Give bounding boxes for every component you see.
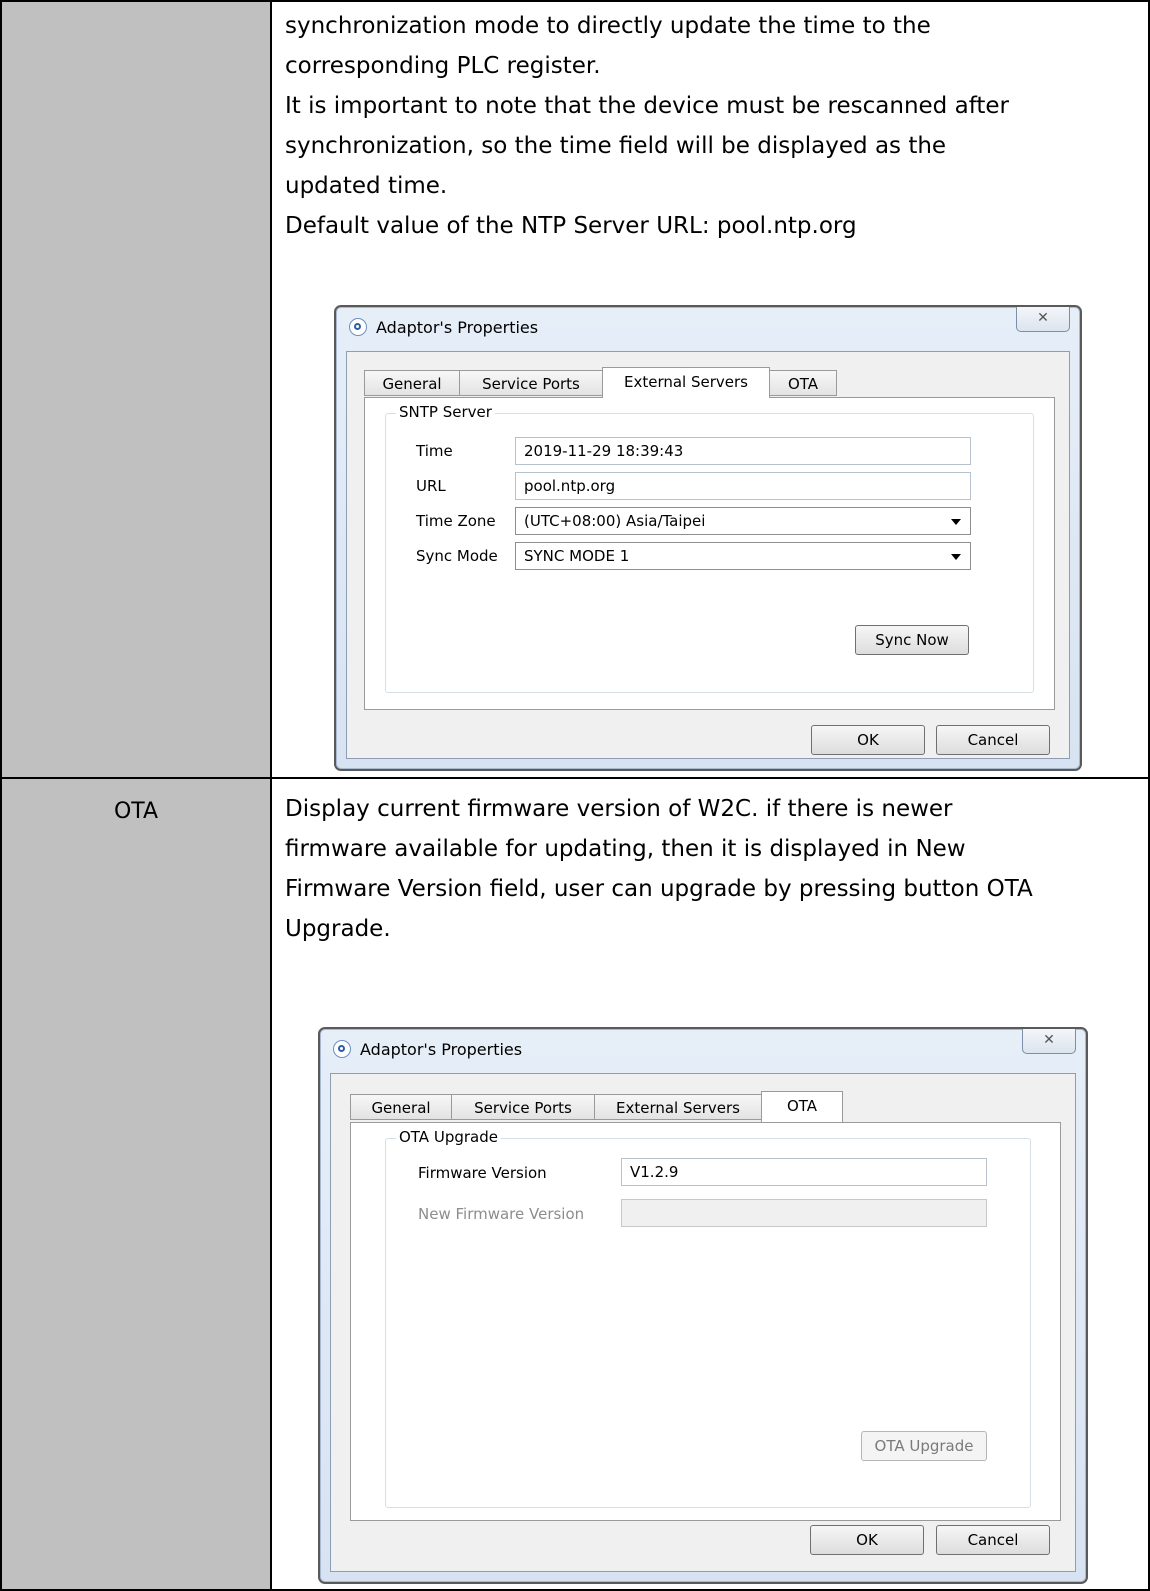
dialog-client-area: General Service Ports External Servers O… xyxy=(346,351,1070,759)
paragraph-line: corresponding PLC register. xyxy=(285,53,601,79)
ok-button[interactable]: OK xyxy=(810,1525,924,1555)
dialog-client-area: General Service Ports External Servers O… xyxy=(330,1073,1076,1572)
url-label: URL xyxy=(416,477,446,495)
ota-upgrade-button[interactable]: OTA Upgrade xyxy=(861,1431,987,1461)
firmware-version-label: Firmware Version xyxy=(418,1164,547,1182)
tab-panel-external-servers: SNTP Server Time 2019-11-29 18:39:43 URL… xyxy=(364,397,1055,710)
tab-general[interactable]: General xyxy=(364,370,460,396)
close-button[interactable]: ✕ xyxy=(1016,307,1070,332)
cancel-button[interactable]: Cancel xyxy=(936,725,1050,755)
paragraph-line: Default value of the NTP Server URL: poo… xyxy=(285,213,857,239)
cancel-button[interactable]: Cancel xyxy=(936,1525,1050,1555)
tab-external-servers[interactable]: External Servers xyxy=(602,367,770,398)
row-label-cell: OTA xyxy=(0,777,272,1591)
description-text: synchronization mode to directly update … xyxy=(272,6,1148,246)
group-title: OTA Upgrade xyxy=(396,1128,501,1146)
document-table: synchronization mode to directly update … xyxy=(0,0,1150,1591)
paragraph-line: Upgrade. xyxy=(285,916,391,942)
paragraph-line: Firmware Version field, user can upgrade… xyxy=(285,876,1033,902)
sntp-server-group: SNTP Server Time 2019-11-29 18:39:43 URL… xyxy=(385,403,1034,693)
row-content-cell: synchronization mode to directly update … xyxy=(270,0,1150,779)
close-button[interactable]: ✕ xyxy=(1022,1029,1076,1054)
dialog-title: Adaptor's Properties xyxy=(376,318,539,337)
dropdown-arrow-icon xyxy=(951,554,961,560)
new-firmware-version-label: New Firmware Version xyxy=(418,1205,585,1223)
tab-service-ports[interactable]: Service Ports xyxy=(459,370,603,396)
adaptor-properties-dialog-ota: Adaptor's Properties ✕ General Service P… xyxy=(318,1027,1088,1584)
syncmode-select[interactable]: SYNC MODE 1 xyxy=(515,542,971,570)
title-bar[interactable]: Adaptor's Properties ✕ xyxy=(320,1029,1086,1073)
description-text: Display current firmware version of W2C.… xyxy=(272,789,1148,949)
syncmode-value: SYNC MODE 1 xyxy=(524,547,630,565)
tab-general[interactable]: General xyxy=(350,1094,452,1120)
row-label-cell xyxy=(0,0,272,779)
tab-panel-ota: OTA Upgrade Firmware Version V1.2.9 New … xyxy=(350,1122,1061,1521)
time-field[interactable]: 2019-11-29 18:39:43 xyxy=(515,437,971,465)
row-content-cell: Display current firmware version of W2C.… xyxy=(270,777,1150,1591)
tab-ota[interactable]: OTA xyxy=(761,1091,843,1122)
sync-now-button[interactable]: Sync Now xyxy=(855,625,969,655)
ota-upgrade-group: OTA Upgrade Firmware Version V1.2.9 New … xyxy=(385,1128,1031,1508)
ok-button[interactable]: OK xyxy=(811,725,925,755)
paragraph-line: synchronization, so the time field will … xyxy=(285,133,947,159)
new-firmware-version-field[interactable] xyxy=(621,1199,987,1227)
app-icon xyxy=(349,318,367,336)
dropdown-arrow-icon xyxy=(951,519,961,525)
dialog-title: Adaptor's Properties xyxy=(360,1040,523,1059)
app-icon xyxy=(333,1040,351,1058)
time-label: Time xyxy=(416,442,453,460)
paragraph-line: Display current firmware version of W2C.… xyxy=(285,796,953,822)
tab-external-servers[interactable]: External Servers xyxy=(594,1094,762,1120)
paragraph-line: firmware available for updating, then it… xyxy=(285,836,966,862)
url-field[interactable]: pool.ntp.org xyxy=(515,472,971,500)
adaptor-properties-dialog-sntp: Adaptor's Properties ✕ General Service P… xyxy=(334,305,1082,771)
tab-service-ports[interactable]: Service Ports xyxy=(451,1094,595,1120)
timezone-label: Time Zone xyxy=(416,512,496,530)
group-title: SNTP Server xyxy=(396,403,495,421)
row-label-ota: OTA xyxy=(113,799,159,824)
firmware-version-field[interactable]: V1.2.9 xyxy=(621,1158,987,1186)
timezone-value: (UTC+08:00) Asia/Taipei xyxy=(524,512,706,530)
paragraph-line: synchronization mode to directly update … xyxy=(285,13,931,39)
timezone-select[interactable]: (UTC+08:00) Asia/Taipei xyxy=(515,507,971,535)
syncmode-label: Sync Mode xyxy=(416,547,498,565)
title-bar[interactable]: Adaptor's Properties ✕ xyxy=(336,307,1080,351)
paragraph-line: It is important to note that the device … xyxy=(285,93,1010,119)
paragraph-line: updated time. xyxy=(285,173,448,199)
tab-ota[interactable]: OTA xyxy=(769,370,837,396)
